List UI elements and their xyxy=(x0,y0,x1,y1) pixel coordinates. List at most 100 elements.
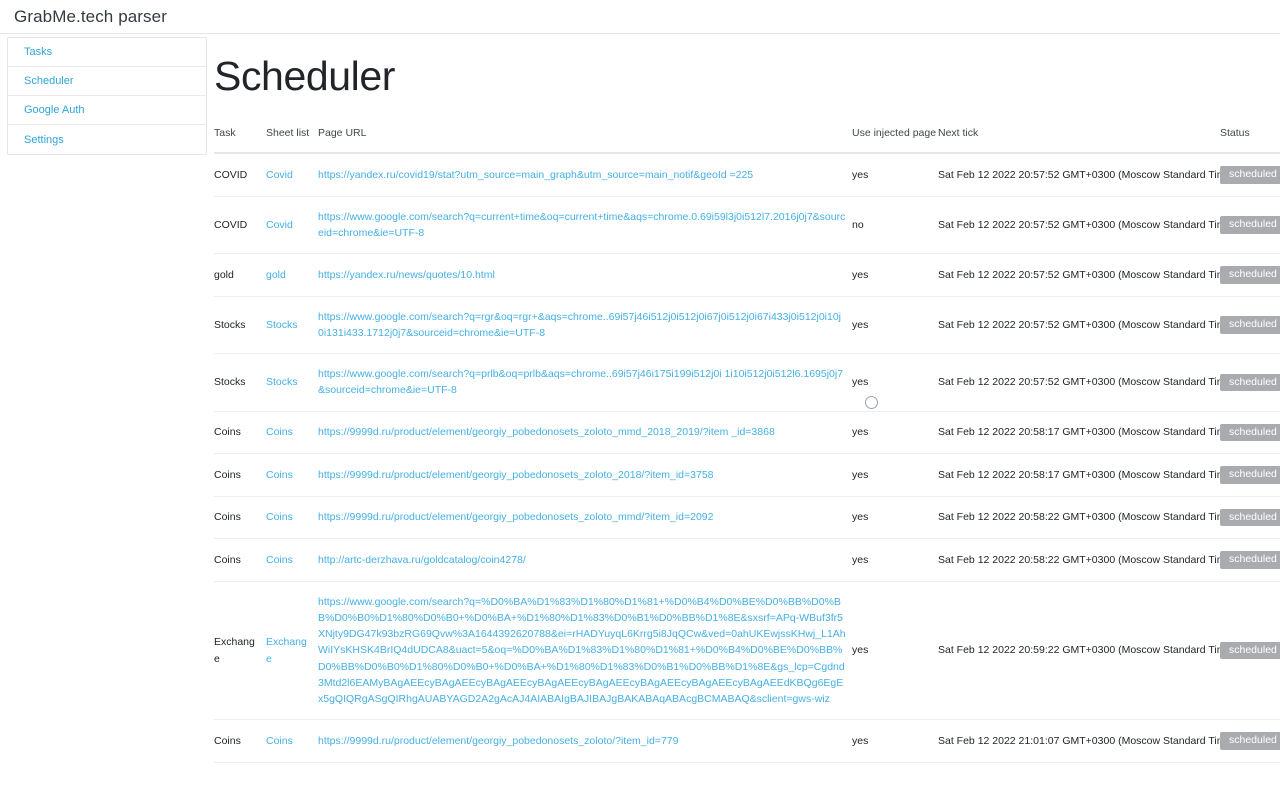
sidebar-item-settings[interactable]: Settings xyxy=(8,125,206,154)
cell-status: scheduled xyxy=(1220,538,1280,582)
status-badge: scheduled xyxy=(1220,641,1280,660)
cell-sheet-list: Stocks xyxy=(266,353,318,412)
cell-task: Coins xyxy=(214,719,266,763)
cell-next-tick: Sat Feb 12 2022 21:01:07 GMT+0300 (Mosco… xyxy=(938,719,1235,763)
sidebar-item-label: Settings xyxy=(24,133,64,146)
cell-use-injected-page: yes xyxy=(852,353,938,412)
sheet-list-link[interactable]: Covid xyxy=(266,219,293,231)
cell-page-url: https://9999d.ru/product/element/georgiy… xyxy=(318,453,852,497)
status-badge: scheduled xyxy=(1220,373,1280,392)
sheet-list-link[interactable]: Coins xyxy=(266,735,293,747)
table-row: Stocks Stocks https://www.google.com/searc… xyxy=(214,353,1280,412)
cell-status: scheduled xyxy=(1220,453,1280,497)
cell-use-injected-page: yes xyxy=(852,496,938,540)
sheet-list-link[interactable]: Stocks xyxy=(266,319,298,331)
table-row: gold gold https://yandex.ru/news/quotes/10… xyxy=(214,253,1280,297)
cell-next-tick: Sat Feb 12 2022 20:58:17 GMT+0300 (Mosco… xyxy=(938,453,1235,497)
page-url-link[interactable]: http://artc-derzhava.ru/goldcatalog/coin… xyxy=(318,554,526,566)
cell-sheet-list: Coins xyxy=(266,719,318,763)
cell-status: scheduled xyxy=(1220,253,1280,297)
cell-use-injected-page: yes xyxy=(852,453,938,497)
cell-status: scheduled xyxy=(1220,411,1280,455)
column-header-task: Task xyxy=(214,127,266,154)
cell-page-url: https://www.google.com/search?q=current+… xyxy=(318,196,852,255)
page-url-link[interactable]: https://www.google.com/search?q=current+… xyxy=(318,211,845,239)
cell-next-tick: Sat Feb 12 2022 20:57:52 GMT+0300 (Mosco… xyxy=(938,253,1235,297)
table-header: Task Sheet list Page URL Use injected pa… xyxy=(214,127,1280,154)
top-bar: GrabMe.tech parser xyxy=(0,0,1280,34)
status-badge: scheduled xyxy=(1220,732,1280,750)
sheet-list-link[interactable]: Coins xyxy=(266,511,293,523)
cell-use-injected-page: yes xyxy=(852,411,938,455)
page-url-link[interactable]: https://www.google.com/search?q=prlb&oq=… xyxy=(318,368,843,396)
sheet-list-link[interactable]: Coins xyxy=(266,469,293,481)
cell-page-url: https://www.google.com/search?q=rgr&oq=r… xyxy=(318,296,852,355)
page-url-link[interactable]: https://9999d.ru/product/element/georgiy… xyxy=(318,469,714,481)
page-url-link[interactable]: https://9999d.ru/product/element/georgiy… xyxy=(318,735,678,747)
sheet-list-link[interactable]: Covid xyxy=(266,169,293,181)
page-url-link[interactable]: https://www.google.com/search?q=%D0%BA%D… xyxy=(318,596,846,706)
cell-use-injected-page: yes xyxy=(852,719,938,763)
cell-next-tick: Sat Feb 12 2022 20:59:22 GMT+0300 (Mosco… xyxy=(938,581,1235,721)
page-url-link[interactable]: https://9999d.ru/product/element/georgiy… xyxy=(318,426,775,438)
page-url-link[interactable]: https://yandex.ru/news/quotes/10.html xyxy=(318,269,495,281)
cell-sheet-list: Exchange xyxy=(266,581,318,721)
cell-status: scheduled xyxy=(1220,296,1280,355)
cell-use-injected-page: yes xyxy=(852,581,938,721)
cell-task: Stocks xyxy=(214,353,266,412)
cell-next-tick: Sat Feb 12 2022 20:57:52 GMT+0300 (Mosco… xyxy=(938,196,1235,255)
table-header-row: Task Sheet list Page URL Use injected pa… xyxy=(214,127,1280,154)
status-badge: scheduled xyxy=(1220,316,1280,334)
cell-use-injected-page: yes xyxy=(852,296,938,355)
column-header-status: Status xyxy=(1220,127,1280,154)
sheet-list-link[interactable]: gold xyxy=(266,269,286,281)
sidebar: Tasks Scheduler Google Auth Settings xyxy=(0,34,214,155)
cell-next-tick: Sat Feb 12 2022 20:58:22 GMT+0300 (Mosco… xyxy=(938,496,1235,540)
cell-task: COVID xyxy=(214,153,266,197)
sidebar-item-label: Tasks xyxy=(24,46,53,58)
cell-task: Coins xyxy=(214,411,266,455)
cell-sheet-list: Coins xyxy=(266,453,318,497)
page-url-link[interactable]: https://yandex.ru/covid19/stat?utm_sourc… xyxy=(318,169,753,181)
page-url-link[interactable]: https://9999d.ru/product/element/georgiy… xyxy=(318,511,713,523)
sheet-list-link[interactable]: Coins xyxy=(266,554,293,566)
table-row: COVID Covid https://www.google.com/search?… xyxy=(214,196,1280,255)
scheduler-table: Task Sheet list Page URL Use injected pa… xyxy=(214,127,1280,763)
column-header-url: Page URL xyxy=(318,127,852,154)
cell-sheet-list: gold xyxy=(266,253,318,297)
sidebar-item-tasks[interactable]: Tasks xyxy=(8,38,206,67)
status-badge: scheduled xyxy=(1220,508,1280,527)
cell-use-injected-page: yes xyxy=(852,538,938,582)
cell-page-url: https://9999d.ru/product/element/georgiy… xyxy=(318,496,852,540)
main-content: Scheduler Task Sheet list Page URL Use i… xyxy=(214,34,1280,763)
cell-page-url: https://yandex.ru/news/quotes/10.html xyxy=(318,253,852,297)
sidebar-item-scheduler[interactable]: Scheduler xyxy=(8,67,206,96)
cell-status: scheduled xyxy=(1220,353,1280,412)
table-row: Coins Coins https://9999d.ru/product/eleme… xyxy=(214,411,1280,455)
sheet-list-link[interactable]: Stocks xyxy=(266,376,298,388)
table-body: COVID Covid https://yandex.ru/covid19/stat… xyxy=(214,153,1280,763)
status-badge: scheduled xyxy=(1220,466,1280,484)
status-badge: scheduled xyxy=(1220,551,1280,569)
sheet-list-link[interactable]: Coins xyxy=(266,426,293,438)
cell-status: scheduled xyxy=(1220,719,1280,763)
cell-page-url: https://9999d.ru/product/element/georgiy… xyxy=(318,411,852,455)
cell-task: Exchange xyxy=(214,581,266,721)
table-row: Coins Coins http://artc-derzhava.ru/goldca… xyxy=(214,538,1280,582)
app-brand-title: GrabMe.tech parser xyxy=(14,7,167,26)
table-row: COVID Covid https://yandex.ru/covid19/stat… xyxy=(214,153,1280,197)
sidebar-item-label: Scheduler xyxy=(24,75,74,87)
page-layout: Tasks Scheduler Google Auth Settings Sch… xyxy=(0,34,1280,763)
sheet-list-link[interactable]: Exchange xyxy=(266,636,307,664)
cell-task: Coins xyxy=(214,453,266,497)
cell-use-injected-page: no xyxy=(852,196,938,255)
status-badge: scheduled xyxy=(1220,216,1280,234)
cell-next-tick: Sat Feb 12 2022 20:58:17 GMT+0300 (Mosco… xyxy=(938,411,1235,455)
sidebar-item-google-auth[interactable]: Google Auth xyxy=(8,96,206,125)
cell-task: Coins xyxy=(214,496,266,540)
page-url-link[interactable]: https://www.google.com/search?q=rgr&oq=r… xyxy=(318,311,841,339)
cell-page-url: https://www.google.com/search?q=%D0%BA%D… xyxy=(318,581,852,721)
sidebar-list-group: Tasks Scheduler Google Auth Settings xyxy=(7,37,207,155)
cell-sheet-list: Stocks xyxy=(266,296,318,355)
cell-sheet-list: Coins xyxy=(266,496,318,540)
